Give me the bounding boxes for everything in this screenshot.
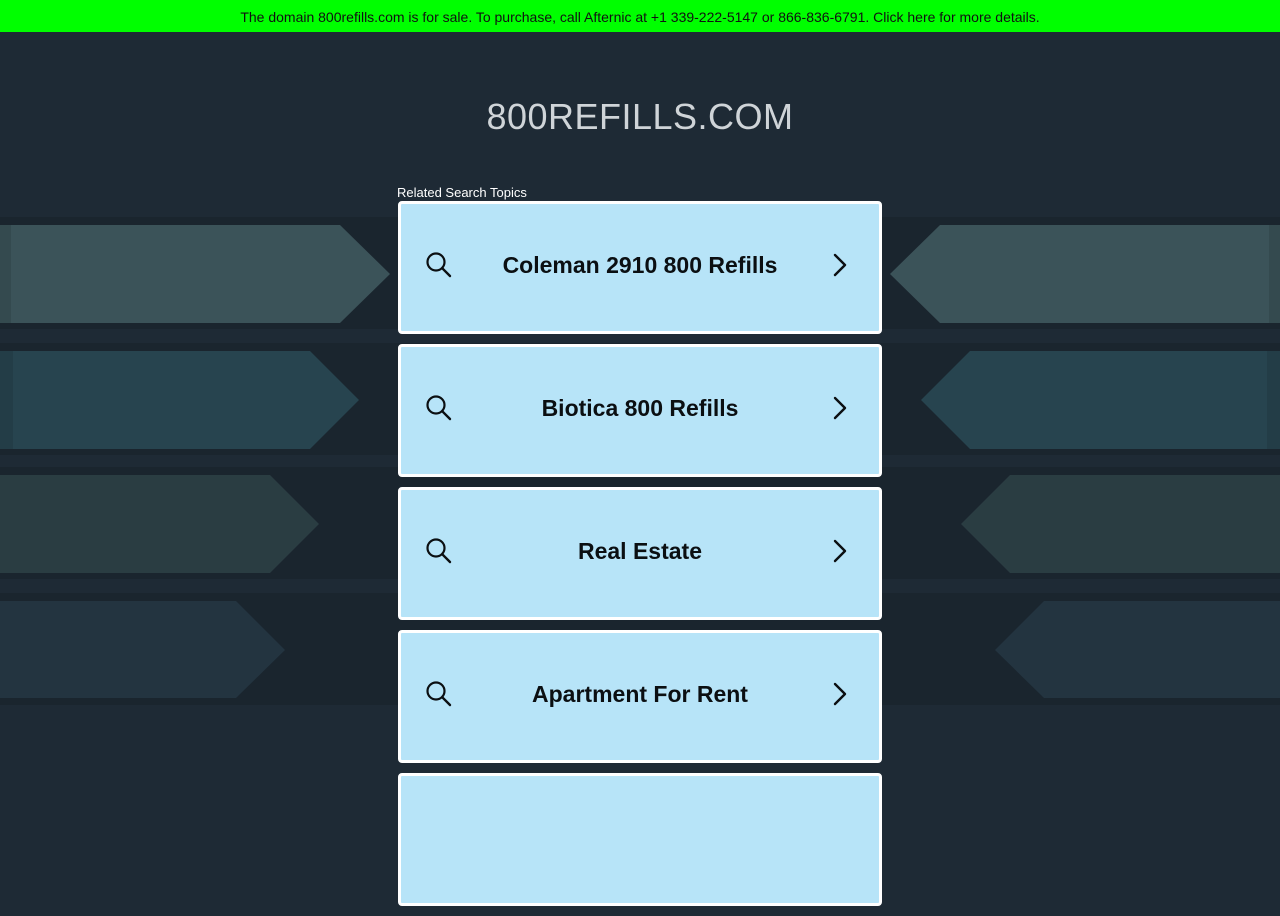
search-icon xyxy=(426,537,452,563)
related-link-label[interactable]: Coleman 2910 800 Refills xyxy=(503,252,778,279)
related-link-label[interactable]: Biotica 800 Refills xyxy=(542,395,739,422)
domain-sale-banner[interactable]: The domain 800refills.com is for sale. T… xyxy=(0,0,1280,32)
search-icon xyxy=(426,394,452,420)
chevron-right-icon xyxy=(833,396,847,419)
related-link-label[interactable]: Apartment For Rent xyxy=(532,681,748,708)
related-search-topics-label: Related Search Topics xyxy=(397,185,527,200)
chevron-right-icon xyxy=(833,682,847,705)
related-link-label[interactable]: Real Estate xyxy=(578,538,702,565)
related-link-5[interactable] xyxy=(398,773,882,906)
domain-sale-banner-text[interactable]: The domain 800refills.com is for sale. T… xyxy=(240,9,1039,25)
related-link-3[interactable]: Real Estate xyxy=(398,487,882,620)
related-link-1[interactable]: Coleman 2910 800 Refills xyxy=(398,201,882,334)
site-title: 800REFILLS.COM xyxy=(486,96,794,137)
search-icon xyxy=(426,680,452,706)
chevron-right-icon xyxy=(833,539,847,562)
related-link-2[interactable]: Biotica 800 Refills xyxy=(398,344,882,477)
chevron-right-icon xyxy=(833,253,847,276)
search-icon xyxy=(426,251,452,277)
related-link-4[interactable]: Apartment For Rent xyxy=(398,630,882,763)
related-links-list: Coleman 2910 800 Refills Biotica 800 Ref… xyxy=(398,201,882,916)
